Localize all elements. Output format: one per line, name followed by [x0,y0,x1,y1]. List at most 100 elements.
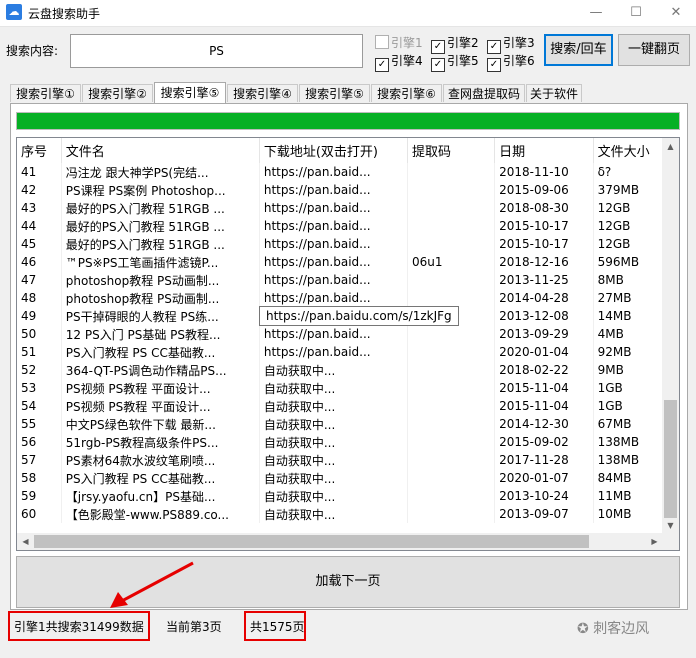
col-filename[interactable]: 文件名 [61,138,260,163]
tab-engine-1[interactable]: 搜索引擎① [10,84,81,102]
close-button[interactable]: ✕ [656,0,696,26]
app-cloud-icon: ☁ [6,4,22,20]
table-row[interactable]: 51 PS入门教程 PS CC基础教... https://pan.baid... 2… [17,343,663,361]
scroll-down-icon[interactable]: ▼ [662,517,679,534]
table-cell: https://pan.baid... [259,253,408,271]
engine6-checkbox[interactable]: ✓ 引擎6 [487,52,535,72]
table-row[interactable]: 52 364-QT-PS调色动作精品PS... 自动获取中... 2018-02-22… [17,361,663,379]
progress-fill [17,113,679,129]
table-row[interactable]: 44 最好的PS入门教程 51RGB ... https://pan.baid...… [17,217,663,235]
highlight-box-pages [244,611,306,641]
scroll-left-icon[interactable]: ◀ [17,533,34,550]
search-label: 搜索内容: [6,44,59,58]
table-row[interactable]: 42 PS课程 PS案例 Photoshop... https://pan.baid… [17,181,663,199]
table-cell: https://pan.baid... [259,289,408,307]
col-date[interactable]: 日期 [494,138,594,163]
table-cell [407,361,496,379]
table-cell: 364-QT-PS调色动作精品PS... [61,361,260,379]
tab-extract-code[interactable]: 查网盘提取码 [443,84,525,102]
engine1-checkbox[interactable]: 引擎1 [375,34,423,52]
table-row[interactable]: 53 PS视频 PS教程 平面设计... 自动获取中... 2015-11-04 1GB [17,379,663,397]
checkbox-unchecked-icon [375,35,389,49]
col-size[interactable]: 文件大小 [593,138,663,163]
col-url[interactable]: 下载地址(双击打开) [259,138,408,163]
table-cell: 2015-10-17 [494,235,594,253]
table-row[interactable]: 60 【色影殿堂-www.PS889.co... 自动获取中... 2013-09-0… [17,505,663,523]
table-cell: 10MB [593,505,663,523]
table-cell: 2013-09-07 [494,505,594,523]
table-cell: 2018-12-16 [494,253,594,271]
horizontal-scroll-thumb[interactable] [34,535,589,548]
table-cell: 2020-01-04 [494,343,594,361]
table-cell: https://pan.baid... [259,325,408,343]
table-cell [407,415,496,433]
vertical-scroll-thumb[interactable] [664,400,677,518]
table-cell [407,325,496,343]
table-row[interactable]: 50 12 PS入门 PS基础 PS教程... https://pan.baid..… [17,325,663,343]
tab-engine-4[interactable]: 搜索引擎④ [227,84,298,102]
table-row[interactable]: 43 最好的PS入门教程 51RGB ... https://pan.baid...… [17,199,663,217]
table-cell: 48 [17,289,62,307]
tab-engine-5[interactable]: 搜索引擎⑤ [299,84,370,102]
page-turn-button[interactable]: 一键翻页 [618,34,690,66]
search-input[interactable]: PS [70,34,363,68]
table-cell: ™PS※PS工笔画插件滤镜P... [61,253,260,271]
table-row[interactable]: 45 最好的PS入门教程 51RGB ... https://pan.baid...… [17,235,663,253]
table-cell: photoshop教程 PS动画制... [61,289,260,307]
table-cell: 58 [17,469,62,487]
table-cell [407,235,496,253]
checkmark-icon: ✓ [375,58,389,72]
table-row[interactable]: 55 中文PS绿色软件下载 最新... 自动获取中... 2014-12-30 67MB [17,415,663,433]
table-row[interactable]: 41 冯注龙 跟大神学PS(完结... https://pan.baid... 201… [17,163,663,181]
table-cell [407,469,496,487]
tab-engine-3[interactable]: 搜索引擎⑤ [154,82,226,104]
maximize-button[interactable]: ☐ [616,0,656,26]
table-cell [407,163,496,181]
tab-engine-6[interactable]: 搜索引擎⑥ [371,84,442,102]
scroll-up-icon[interactable]: ▲ [662,138,679,155]
table-row[interactable]: 58 PS入门教程 PS CC基础教... 自动获取中... 2020-01-07 84… [17,469,663,487]
table-cell: 47 [17,271,62,289]
vertical-scrollbar[interactable]: ▲ ▼ [662,138,679,534]
table-row[interactable]: 59 【jrsy.yaofu.cn】PS基础... 自动获取中... 2013-10-… [17,487,663,505]
table-row[interactable]: 54 PS视频 PS教程 平面设计... 自动获取中... 2015-11-04 1GB [17,397,663,415]
table-cell: 自动获取中... [259,397,408,415]
table-cell: 138MB [593,433,663,451]
results-grid: 序号 文件名 下载地址(双击打开) 提取码 日期 文件大小 41 冯注龙 跟大神学… [16,137,680,551]
table-cell: 51 [17,343,62,361]
table-cell [407,199,496,217]
table-cell: 55 [17,415,62,433]
table-cell: 最好的PS入门教程 51RGB ... [61,199,260,217]
engine3-checkbox[interactable]: ✓ 引擎3 [487,34,535,54]
table-cell [407,343,496,361]
table-cell: 1GB [593,379,663,397]
minimize-button[interactable]: — [576,0,616,26]
table-cell: 自动获取中... [259,361,408,379]
table-cell: 52 [17,361,62,379]
horizontal-scrollbar[interactable]: ◀ ▶ [17,533,663,550]
col-index[interactable]: 序号 [17,138,62,163]
tab-engine-2[interactable]: 搜索引擎② [82,84,153,102]
engine2-checkbox[interactable]: ✓ 引擎2 [431,34,479,54]
table-row[interactable]: 46 ™PS※PS工笔画插件滤镜P... https://pan.baid... 06… [17,253,663,271]
col-code[interactable]: 提取码 [407,138,496,163]
table-cell: PS视频 PS教程 平面设计... [61,379,260,397]
table-cell: δ? [593,163,663,181]
table-row[interactable]: 56 51rgb-PS教程高级条件PS... 自动获取中... 2015-09-02 1… [17,433,663,451]
search-row: 搜索内容: PS 引擎1 ✓ 引擎2 ✓ 引擎3 ✓ 引擎4 ✓ 引擎5 ✓ 引擎6 搜索… [0,30,696,72]
engine5-checkbox[interactable]: ✓ 引擎5 [431,52,479,72]
table-row[interactable]: 48 photoshop教程 PS动画制... https://pan.baid..… [17,289,663,307]
table-cell: 1GB [593,397,663,415]
table-row[interactable]: 57 PS素材64款水波纹笔刷喷... 自动获取中... 2017-11-28 138M… [17,451,663,469]
scroll-right-icon[interactable]: ▶ [646,533,663,550]
tab-about[interactable]: 关于软件 [526,84,582,102]
engine-tabs: 搜索引擎① 搜索引擎② 搜索引擎⑤ 搜索引擎④ 搜索引擎⑤ 搜索引擎⑥ 查网盘提… [10,82,690,104]
engine4-checkbox[interactable]: ✓ 引擎4 [375,52,423,72]
table-cell: 2015-10-17 [494,217,594,235]
table-cell: 67MB [593,415,663,433]
table-cell: 自动获取中... [259,433,408,451]
table-cell: photoshop教程 PS动画制... [61,271,260,289]
search-button[interactable]: 搜索/回车 [544,34,613,66]
table-row[interactable]: 47 photoshop教程 PS动画制... https://pan.baid..… [17,271,663,289]
table-cell: 2015-11-04 [494,379,594,397]
